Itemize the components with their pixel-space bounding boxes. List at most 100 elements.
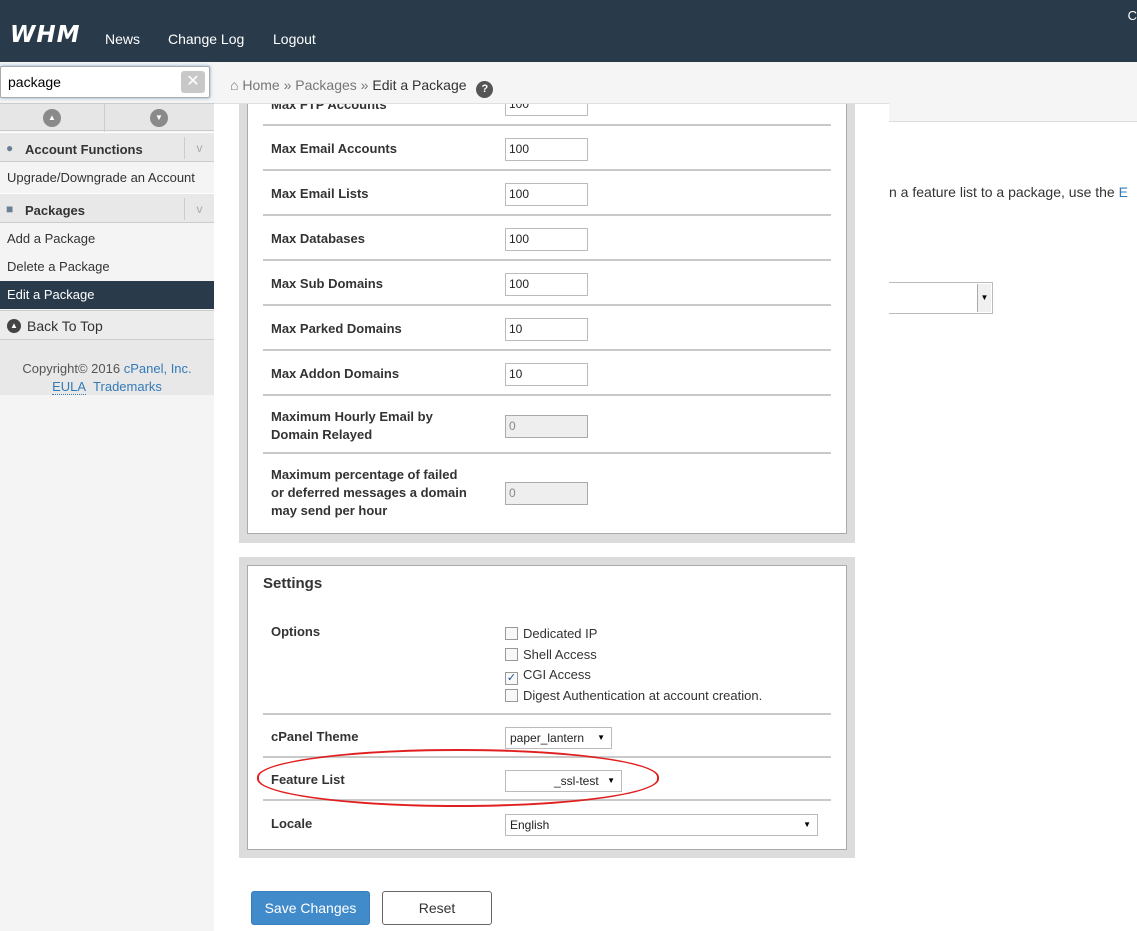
highlight-annotation — [257, 749, 659, 807]
breadcrumb-separator: » — [360, 77, 369, 93]
max-parked-domains-input[interactable]: 10 — [505, 318, 588, 341]
checkbox-checked-icon[interactable]: ✓ — [505, 672, 518, 685]
option-shell-access[interactable]: Shell Access — [505, 647, 597, 662]
sidebar-item-add-package[interactable]: Add a Package — [0, 225, 214, 253]
package-icon: ■ — [6, 202, 14, 216]
dropdown-arrow-icon: ▼ — [803, 820, 811, 829]
checkbox-icon[interactable] — [505, 627, 518, 640]
back-to-top-label: Back To Top — [27, 318, 103, 334]
cpanel-theme-label: cPanel Theme — [271, 729, 359, 744]
max-hourly-email-label: Maximum Hourly Email by Domain Relayed — [271, 408, 433, 444]
option-cgi-access[interactable]: ✓ CGI Access — [505, 667, 591, 685]
nav-logout-link[interactable]: Logout — [273, 31, 316, 47]
cpanel-link[interactable]: cPanel, Inc. — [124, 361, 192, 376]
option-label: CGI Access — [523, 667, 591, 682]
reset-button[interactable]: Reset — [382, 891, 492, 925]
sidebar-item-upgrade-downgrade[interactable]: Upgrade/Downgrade an Account — [0, 164, 214, 192]
top-navbar-right-area: C — [889, 0, 1137, 62]
max-email-lists-label: Max Email Lists — [271, 186, 369, 201]
sidebar-item-edit-package[interactable]: Edit a Package — [0, 281, 214, 309]
row-divider — [263, 394, 831, 396]
sidebar-scroll-controls: ▲ ▼ — [0, 103, 214, 132]
home-icon: ⌂ — [230, 77, 239, 93]
max-databases-label: Max Databases — [271, 231, 365, 246]
scroll-up-icon[interactable]: ▲ — [43, 109, 61, 127]
sidebar-search: ✕ — [0, 66, 210, 98]
breadcrumb-separator: » — [283, 77, 292, 93]
divider — [104, 104, 105, 132]
sidebar-group-packages[interactable]: ■ Packages v — [0, 193, 214, 223]
right-header-strip — [889, 62, 1137, 122]
max-addon-domains-input[interactable]: 10 — [505, 363, 588, 386]
right-select-dropdown[interactable]: ▼ — [889, 282, 993, 314]
locale-label: Locale — [271, 816, 313, 831]
option-digest-auth[interactable]: Digest Authentication at account creatio… — [505, 688, 762, 703]
clear-search-icon[interactable]: ✕ — [181, 71, 205, 93]
max-databases-input[interactable]: 100 — [505, 228, 588, 251]
chevron-down-icon[interactable]: v — [184, 198, 214, 220]
sidebar-group-label: Packages — [25, 203, 85, 218]
hint-text: n a feature list to a package, use the — [889, 184, 1119, 200]
nav-news-link[interactable]: News — [105, 31, 140, 47]
select-value: paper_lantern — [510, 731, 585, 745]
back-to-top-button[interactable]: ▲ Back To Top — [0, 310, 214, 340]
arrow-up-icon: ▲ — [7, 319, 21, 333]
help-icon[interactable]: ? — [476, 81, 494, 98]
label-line: may send per hour — [271, 503, 388, 518]
checkbox-icon[interactable] — [505, 648, 518, 661]
option-label: Digest Authentication at account creatio… — [523, 688, 763, 703]
row-divider — [263, 349, 831, 351]
sidebar-item-delete-package[interactable]: Delete a Package — [0, 253, 214, 281]
options-label: Options — [271, 624, 321, 639]
cpanel-theme-select[interactable]: paper_lantern ▼ — [505, 727, 612, 749]
eula-link[interactable]: EULA — [52, 379, 87, 395]
settings-panel — [247, 565, 847, 850]
max-email-lists-input[interactable]: 100 — [505, 183, 588, 206]
checkbox-icon[interactable] — [505, 689, 518, 702]
search-input[interactable] — [6, 73, 166, 91]
label-line: or deferred messages a domain — [271, 485, 467, 500]
max-failed-percent-input[interactable]: 0 — [505, 482, 588, 505]
whm-logo[interactable]: WHM — [10, 22, 81, 48]
settings-title: Settings — [263, 575, 323, 592]
max-parked-domains-label: Max Parked Domains — [271, 321, 402, 336]
locale-select[interactable]: English ▼ — [505, 814, 818, 836]
scroll-down-icon[interactable]: ▼ — [150, 109, 168, 127]
max-email-accounts-label: Max Email Accounts — [271, 141, 397, 156]
dropdown-arrow-icon: ▼ — [597, 733, 605, 742]
row-divider — [263, 304, 831, 306]
option-dedicated-ip[interactable]: Dedicated IP — [505, 626, 597, 641]
breadcrumb-home[interactable]: Home — [242, 77, 279, 93]
max-addon-domains-label: Max Addon Domains — [271, 366, 400, 381]
hint-link[interactable]: E — [1119, 184, 1128, 200]
breadcrumb-packages[interactable]: Packages — [295, 77, 356, 93]
max-sub-domains-label: Max Sub Domains — [271, 276, 383, 291]
row-divider — [263, 169, 831, 171]
user-icon: ● — [6, 141, 14, 155]
breadcrumb: ⌂ Home » Packages » Edit a Package ? — [230, 77, 494, 98]
row-divider — [263, 713, 831, 715]
sidebar-group-label: Account Functions — [25, 142, 143, 157]
sidebar-group-account-functions[interactable]: ● Account Functions v — [0, 132, 214, 162]
row-divider — [263, 124, 831, 126]
option-label: Shell Access — [523, 647, 597, 662]
max-failed-percent-label: Maximum percentage of failed or deferred… — [271, 466, 467, 520]
row-divider — [263, 452, 831, 454]
copyright-text: Copyright© 2016 — [22, 361, 121, 376]
label-line: Maximum Hourly Email by — [271, 409, 433, 424]
label-line: Maximum percentage of failed — [271, 467, 458, 482]
max-email-accounts-input[interactable]: 100 — [505, 138, 588, 161]
chevron-down-icon[interactable]: v — [184, 137, 214, 159]
max-hourly-email-input[interactable]: 0 — [505, 415, 588, 438]
truncated-header-text: C — [1127, 8, 1137, 23]
feature-list-hint-text: n a feature list to a package, use the E — [889, 184, 1137, 200]
sidebar-copyright: Copyright© 2016 cPanel, Inc. EULA Tradem… — [0, 340, 214, 395]
row-divider — [263, 214, 831, 216]
top-navbar: WHM News Change Log Logout — [0, 0, 889, 62]
label-line: Domain Relayed — [271, 427, 373, 442]
trademarks-link[interactable]: Trademarks — [93, 379, 162, 394]
save-changes-button[interactable]: Save Changes — [251, 891, 370, 925]
nav-changelog-link[interactable]: Change Log — [168, 31, 244, 47]
max-sub-domains-input[interactable]: 100 — [505, 273, 588, 296]
breadcrumb-current: Edit a Package — [372, 77, 467, 93]
